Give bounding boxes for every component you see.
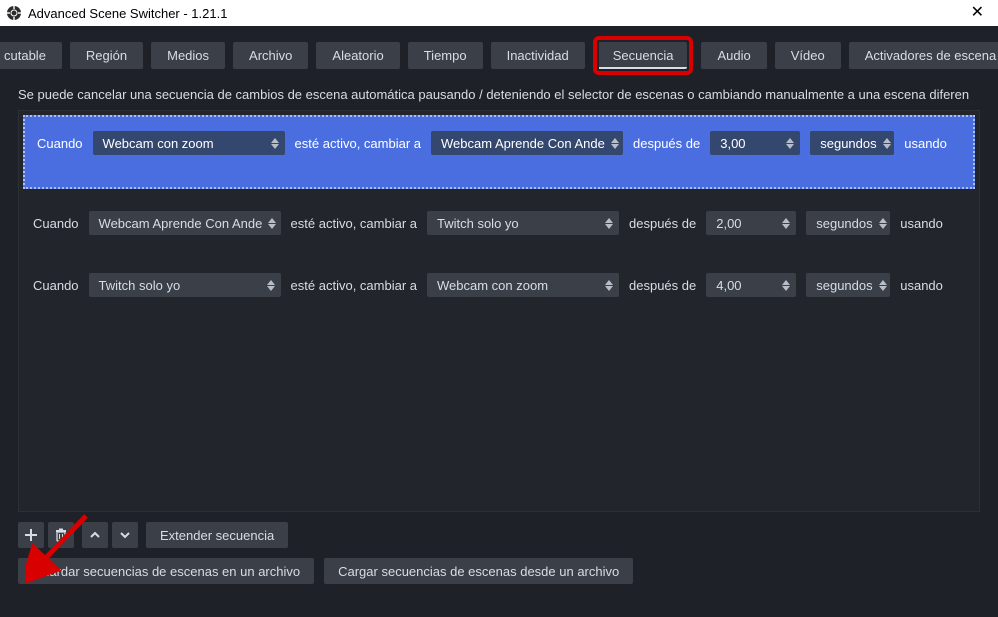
- sequence-row[interactable]: Cuando Twitch solo yo esté activo, cambiar…: [19, 255, 979, 317]
- scene-from-select[interactable]: Webcam Aprende Con Ande: [89, 211, 281, 235]
- tab-cutable[interactable]: cutable: [0, 42, 62, 69]
- tab-vídeo[interactable]: Vídeo: [775, 42, 841, 69]
- scene-to-select[interactable]: Webcam Aprende Con Ande: [431, 131, 623, 155]
- tab-tiempo[interactable]: Tiempo: [408, 42, 483, 69]
- dropdown-caret-icon: [786, 138, 794, 149]
- scene-to-value: Webcam Aprende Con Ande: [441, 136, 605, 151]
- delay-value: 4,00: [716, 278, 741, 293]
- tab-región[interactable]: Región: [70, 42, 143, 69]
- dropdown-caret-icon: [782, 280, 790, 291]
- scene-from-value: Webcam con zoom: [103, 136, 214, 151]
- tab-aleatorio[interactable]: Aleatorio: [316, 42, 399, 69]
- dropdown-caret-icon: [267, 280, 275, 291]
- dropdown-caret-icon: [883, 138, 891, 149]
- using-label: usando: [900, 278, 943, 293]
- dropdown-caret-icon: [271, 138, 279, 149]
- unit-select[interactable]: segundos: [806, 273, 890, 297]
- add-button[interactable]: [18, 522, 44, 548]
- delay-spinbox[interactable]: 3,00: [710, 131, 800, 155]
- delay-value: 2,00: [716, 216, 741, 231]
- sequence-row[interactable]: Cuando Webcam Aprende Con Ande esté activo…: [19, 193, 979, 255]
- load-sequences-label: Cargar secuencias de escenas desde un ar…: [338, 564, 619, 579]
- active-switch-label: esté activo, cambiar a: [291, 216, 417, 231]
- move-up-button[interactable]: [82, 522, 108, 548]
- move-down-button[interactable]: [112, 522, 138, 548]
- scene-from-value: Twitch solo yo: [99, 278, 181, 293]
- after-label: después de: [633, 136, 700, 151]
- tab-archivo[interactable]: Archivo: [233, 42, 308, 69]
- tab-inactividad[interactable]: Inactividad: [491, 42, 585, 69]
- sequence-row[interactable]: Cuando Webcam con zoom esté activo, cambia…: [23, 115, 975, 189]
- unit-select[interactable]: segundos: [810, 131, 894, 155]
- scene-from-select[interactable]: Webcam con zoom: [93, 131, 285, 155]
- active-switch-label: esté activo, cambiar a: [295, 136, 421, 151]
- dropdown-caret-icon: [879, 218, 887, 229]
- scene-from-select[interactable]: Twitch solo yo: [89, 273, 281, 297]
- after-label: después de: [629, 278, 696, 293]
- when-label: Cuando: [37, 136, 83, 151]
- window-title: Advanced Scene Switcher - 1.21.1: [28, 6, 227, 21]
- delay-spinbox[interactable]: 4,00: [706, 273, 796, 297]
- unit-value: segundos: [816, 278, 872, 293]
- dropdown-caret-icon: [879, 280, 887, 291]
- title-bar: Advanced Scene Switcher - 1.21.1 ✕: [0, 0, 998, 26]
- unit-select[interactable]: segundos: [806, 211, 890, 235]
- dropdown-caret-icon: [782, 218, 790, 229]
- tab-secuencia[interactable]: Secuencia: [599, 42, 688, 69]
- dropdown-caret-icon: [605, 218, 613, 229]
- using-label: usando: [900, 216, 943, 231]
- after-label: después de: [629, 216, 696, 231]
- tab-medios[interactable]: Medios: [151, 42, 225, 69]
- unit-value: segundos: [820, 136, 876, 151]
- tab-audio[interactable]: Audio: [701, 42, 766, 69]
- sequence-list: Cuando Webcam con zoom esté activo, cambia…: [18, 110, 980, 512]
- when-label: Cuando: [33, 216, 79, 231]
- dropdown-caret-icon: [268, 218, 276, 229]
- using-label: usando: [904, 136, 947, 151]
- unit-value: segundos: [816, 216, 872, 231]
- scene-from-value: Webcam Aprende Con Ande: [99, 216, 263, 231]
- tab-highlight: Secuencia: [593, 36, 694, 75]
- when-label: Cuando: [33, 278, 79, 293]
- extend-sequence-label: Extender secuencia: [160, 528, 274, 543]
- scene-to-select[interactable]: Webcam con zoom: [427, 273, 619, 297]
- scene-to-value: Webcam con zoom: [437, 278, 548, 293]
- dropdown-caret-icon: [611, 138, 619, 149]
- active-switch-label: esté activo, cambiar a: [291, 278, 417, 293]
- save-sequences-button[interactable]: Guardar secuencias de escenas en un arch…: [18, 558, 314, 584]
- close-button[interactable]: ✕: [963, 5, 992, 21]
- description-text: Se puede cancelar una secuencia de cambi…: [0, 75, 998, 110]
- delete-button[interactable]: [48, 522, 74, 548]
- scene-to-select[interactable]: Twitch solo yo: [427, 211, 619, 235]
- delay-value: 3,00: [720, 136, 745, 151]
- tab-bar: cutable Región Medios Archivo Aleatorio Tiemp…: [0, 36, 998, 75]
- tab-activadores de escena[interactable]: Activadores de escena: [849, 42, 998, 69]
- dropdown-caret-icon: [605, 280, 613, 291]
- delay-spinbox[interactable]: 2,00: [706, 211, 796, 235]
- extend-sequence-button[interactable]: Extender secuencia: [146, 522, 288, 548]
- load-sequences-button[interactable]: Cargar secuencias de escenas desde un ar…: [324, 558, 633, 584]
- app-icon: [6, 5, 22, 21]
- save-sequences-label: Guardar secuencias de escenas en un arch…: [32, 564, 300, 579]
- scene-to-value: Twitch solo yo: [437, 216, 519, 231]
